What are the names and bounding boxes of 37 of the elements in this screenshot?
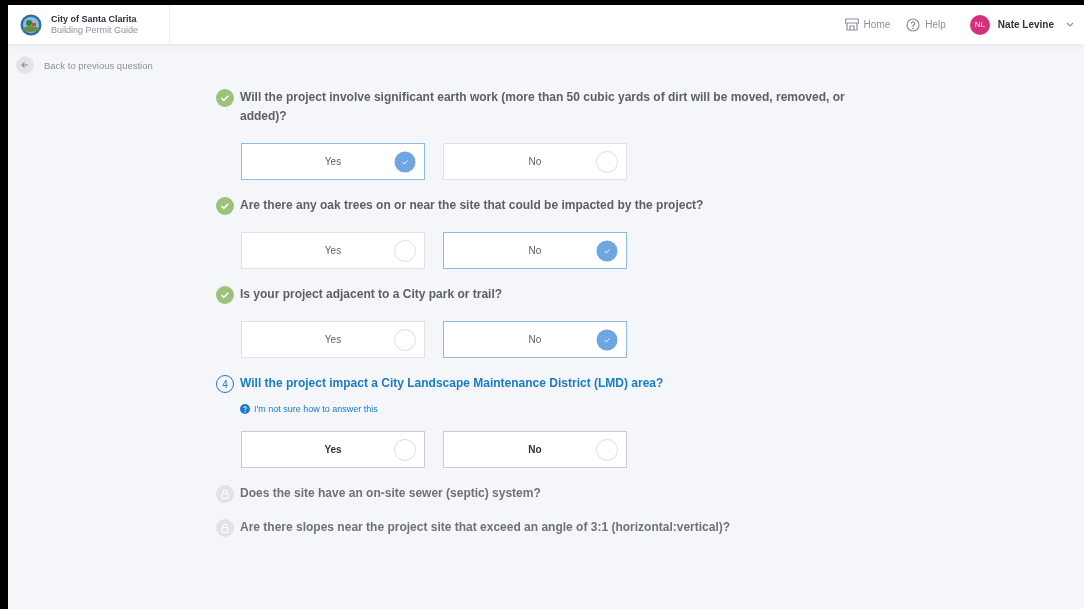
checked-radio-icon — [596, 329, 618, 351]
question-text: Will the project involve significant earth work (more than 50 cubic yards of dirt will be moved, removed, or added)? — [240, 89, 846, 125]
answer-option[interactable]: No — [443, 232, 627, 269]
lock-icon — [216, 485, 234, 503]
storefront-icon — [844, 18, 859, 31]
site-subtitle: Building Permit Guide — [51, 24, 139, 36]
empty-radio-icon — [394, 439, 416, 461]
answer-option[interactable]: Yes — [241, 143, 425, 180]
lock-icon — [216, 519, 234, 537]
empty-radio-icon — [596, 151, 618, 173]
site-title: City of Santa Clarita — [51, 13, 138, 25]
help-link[interactable]: I'm not sure how to answer this — [240, 404, 1084, 414]
user-avatar[interactable]: NL — [969, 14, 990, 35]
question-text: Are there any oak trees on or near the site that could be impacted by the project? — [240, 197, 705, 214]
help-icon — [906, 17, 921, 32]
answer-option[interactable]: Yes — [241, 321, 425, 358]
empty-radio-icon — [394, 240, 416, 262]
city-seal-icon — [20, 13, 42, 36]
chevron-down-icon[interactable] — [1066, 22, 1074, 27]
question-text: Will the project impact a City Landscape Maintenance District (LMD) area? — [240, 375, 665, 392]
checked-radio-icon — [596, 240, 618, 262]
empty-radio-icon — [394, 329, 416, 351]
answer-option[interactable]: Yes — [241, 232, 425, 269]
answer-option[interactable]: No — [443, 143, 627, 180]
checked-radio-icon — [394, 151, 416, 173]
check-circle-icon — [216, 89, 234, 107]
user-name[interactable]: Nate Levine — [997, 19, 1054, 30]
answer-option[interactable]: No — [443, 431, 627, 468]
question-mark-icon — [240, 404, 250, 414]
question-text: Are there slopes near the project site that exceed an angle of 3:1 (horizontal:vertical)? — [240, 519, 732, 536]
empty-radio-icon — [596, 439, 618, 461]
check-circle-icon — [216, 286, 234, 304]
question-text: Does the site have an on-site sewer (septic) system? — [240, 485, 542, 502]
answer-option[interactable]: No — [443, 321, 627, 358]
answer-option[interactable]: Yes — [241, 431, 425, 468]
question-text: Is your project adjacent to a City park or trail? — [240, 286, 504, 303]
check-circle-icon — [216, 197, 234, 215]
